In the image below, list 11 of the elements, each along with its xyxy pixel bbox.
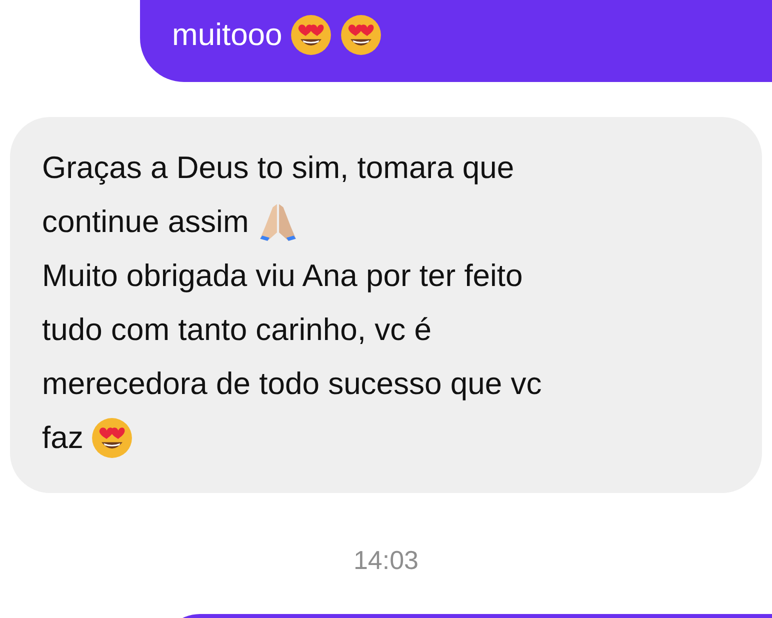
message-text: merecedora de todo sucesso que vc — [42, 366, 542, 402]
message-text: Graças a Deus to sim, tomara que — [42, 150, 514, 186]
message-text: tudo com tanto carinho, vc é — [42, 312, 432, 348]
message-text: faz — [42, 420, 84, 456]
message-text: muitooo — [172, 18, 282, 52]
heart-eyes-face-icon — [340, 14, 382, 56]
heart-eyes-face-icon — [290, 14, 332, 56]
heart-eyes-face-icon — [91, 417, 134, 459]
message-timestamp: 14:03 — [353, 545, 419, 576]
message-text: continue assim — [42, 204, 249, 240]
message-text: Muito obrigada viu Ana por ter feito — [42, 258, 523, 294]
